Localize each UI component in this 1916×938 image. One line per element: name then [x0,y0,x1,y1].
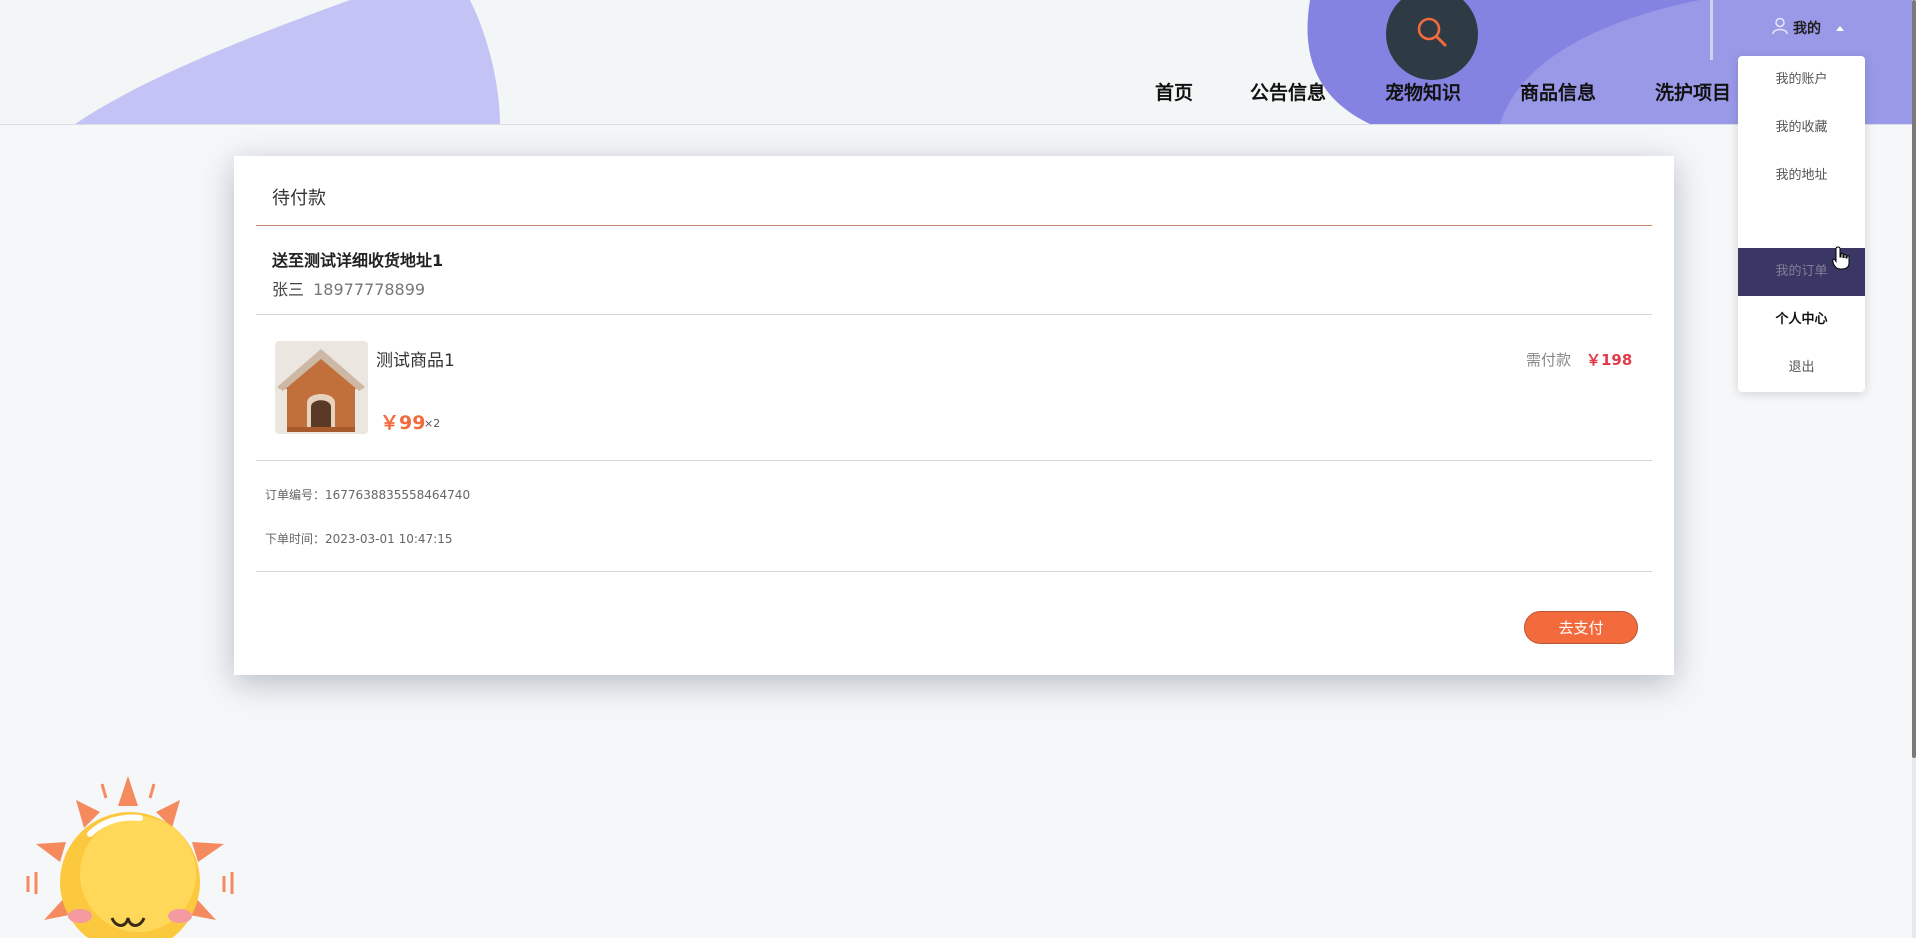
user-dropdown-menu: 我的账户 我的收藏 我的地址 我的订单 个人中心 退出 [1738,56,1865,392]
pay-button[interactable]: 去支付 [1524,611,1638,644]
menu-item-blank[interactable] [1738,200,1865,248]
order-time-value: 2023-03-01 10:47:15 [325,532,453,546]
search-icon [1415,15,1449,53]
divider [256,314,1652,315]
user-menu-label: 我的 [1793,21,1821,37]
header-decoration [75,0,1916,124]
receiver-name: 张三 [272,280,305,299]
order-status-title: 待付款 [272,188,326,209]
order-number-label: 订单编号： [265,488,326,502]
amount-due-value: ￥198 [1586,351,1633,369]
user-menu-toggle[interactable]: 我的 [1772,16,1844,40]
product-name[interactable]: 测试商品1 [376,346,455,371]
nav-products[interactable]: 商品信息 [1520,78,1596,105]
order-card: 待付款 送至测试详细收货地址1 张三 18977778899 测试商品1 ￥99… [234,156,1674,675]
menu-item-my-address[interactable]: 我的地址 [1738,152,1865,200]
caret-up-icon [1836,25,1844,31]
product-image[interactable] [275,341,368,434]
receiver-info: 张三 18977778899 [272,276,425,300]
menu-item-my-favorites[interactable]: 我的收藏 [1738,104,1865,152]
hand-cursor-icon [1832,246,1850,270]
menu-item-personal-center[interactable]: 个人中心 [1738,296,1865,344]
menu-item-my-account[interactable]: 我的账户 [1738,56,1865,104]
site-header: 我的 首页 公告信息 宠物知识 商品信息 洗护项目 [0,0,1916,125]
product-quantity: ×2 [424,417,441,430]
nav-announcements[interactable]: 公告信息 [1250,78,1326,105]
pet-house-image [275,341,368,434]
order-number: 订单编号：1677638835558464740 [265,486,470,503]
divider [256,225,1652,226]
sun-mascot-icon [26,776,234,938]
order-time: 下单时间：2023-03-01 10:47:15 [265,530,452,547]
menu-item-logout[interactable]: 退出 [1738,344,1865,392]
order-time-label: 下单时间： [265,532,326,546]
divider [256,460,1652,461]
order-number-value: 1677638835558464740 [325,488,471,502]
nav-grooming[interactable]: 洗护项目 [1655,78,1731,105]
nav-pet-knowledge[interactable]: 宠物知识 [1385,78,1461,105]
nav-home[interactable]: 首页 [1155,78,1193,105]
divider [256,571,1652,572]
shipping-address: 送至测试详细收货地址1 [272,251,444,270]
product-price: ￥99 [380,412,426,434]
receiver-phone: 18977778899 [313,280,426,299]
user-icon [1772,17,1788,39]
amount-due-label: 需付款 [1526,351,1572,369]
scrollbar-thumb[interactable] [1912,0,1916,758]
header-divider [1710,0,1713,60]
